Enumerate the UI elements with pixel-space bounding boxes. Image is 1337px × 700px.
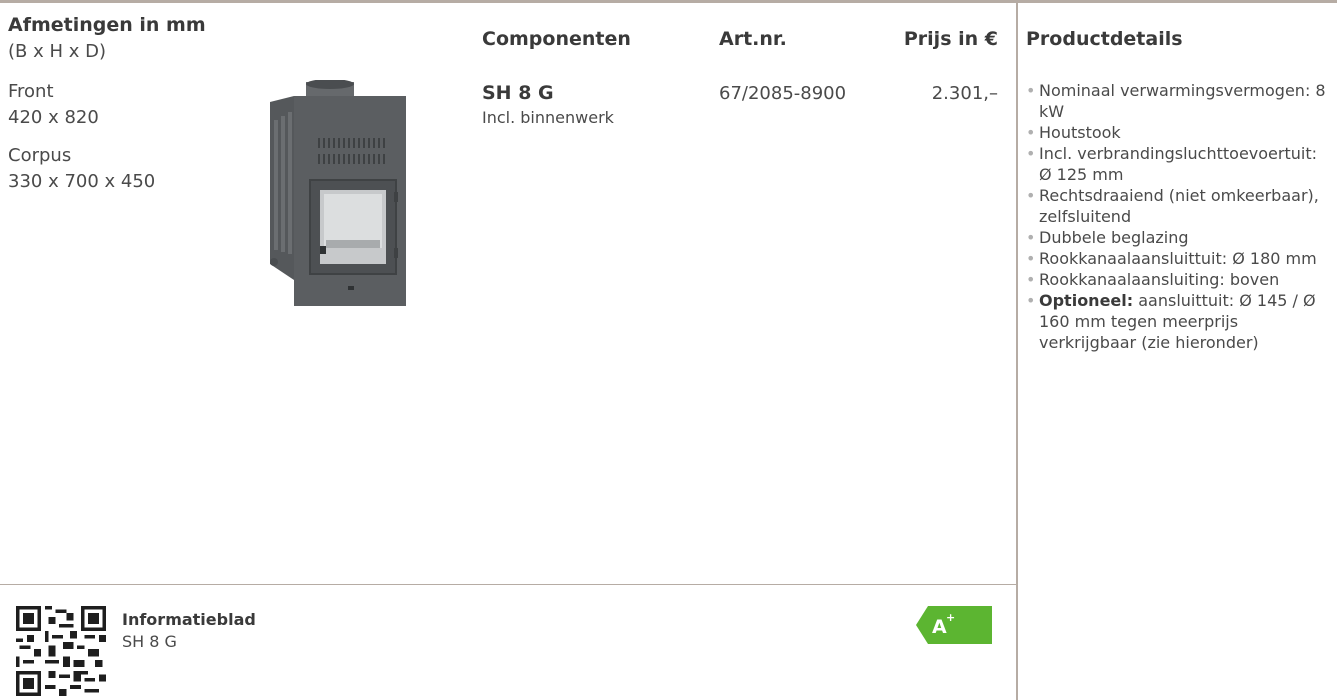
product-sub: Incl. binnenwerk [482, 108, 614, 127]
energy-class-plus: + [946, 611, 955, 624]
corpus-label: Corpus [8, 145, 72, 166]
details-item: Houtstook [1026, 122, 1331, 143]
product-price: 2.301,– [931, 83, 998, 104]
details-list: Nominaal verwarmingsvermogen: 8 kW Houts… [1026, 80, 1331, 353]
components-header: Componenten [482, 28, 631, 50]
front-value: 420 x 820 [8, 107, 99, 128]
optional-label: Optioneel: [1039, 291, 1134, 310]
top-rule [0, 0, 1337, 3]
details-item: Rookkanaalaansluittuit: Ø 180 mm [1026, 248, 1331, 269]
artnr-header: Art.nr. [719, 28, 787, 50]
details-item: Nominaal verwarmingsvermogen: 8 kW [1026, 80, 1331, 122]
qr-code[interactable] [16, 606, 106, 696]
stove-image [270, 80, 406, 306]
details-item: Incl. verbrandingsluchttoevoertuit: Ø 12… [1026, 143, 1331, 185]
price-header: Prijs in € [903, 28, 998, 50]
details-header: Productdetails [1026, 28, 1183, 50]
energy-label-badge: A + [916, 606, 992, 644]
product-artnr: 67/2085-8900 [719, 83, 847, 104]
dimensions-header: Afmetingen in mm [8, 14, 206, 36]
details-item: Dubbele beglazing [1026, 227, 1331, 248]
details-item: Rechtsdraaiend (niet omkeerbaar), zelfsl… [1026, 185, 1331, 227]
dimensions-subheader: (B x H x D) [8, 41, 106, 62]
product-name: SH 8 G [482, 82, 554, 104]
info-sub: SH 8 G [122, 632, 177, 651]
energy-class: A [932, 616, 947, 638]
details-item-optional: Optioneel: aansluittuit: Ø 145 / Ø 160 m… [1026, 290, 1331, 353]
corpus-value: 330 x 700 x 450 [8, 171, 156, 192]
info-title: Informatieblad [122, 610, 256, 629]
column-divider [1016, 0, 1018, 700]
row-divider [0, 584, 1016, 585]
details-item: Rookkanaalaansluiting: boven [1026, 269, 1331, 290]
front-label: Front [8, 81, 54, 102]
